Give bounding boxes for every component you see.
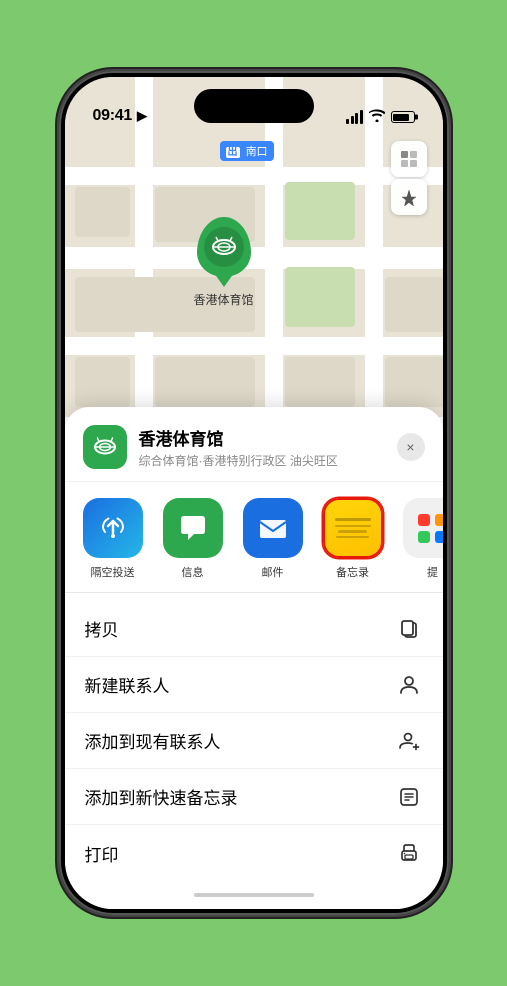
person-add-icon <box>395 671 423 699</box>
home-bar <box>194 893 314 897</box>
marker-label: 香港体育馆 <box>194 291 254 308</box>
bottom-sheet: 香港体育馆 综合体育馆·香港特别行政区 油尖旺区 × <box>65 407 443 909</box>
notes-label: 备忘录 <box>336 564 369 580</box>
marker-dot <box>221 273 227 279</box>
share-apps-row: 隔空投送 信息 <box>65 482 443 588</box>
messages-label: 信息 <box>182 564 204 580</box>
copy-icon <box>395 615 423 643</box>
location-venue-icon <box>83 425 127 469</box>
messages-icon <box>163 498 223 558</box>
status-icons <box>346 109 415 125</box>
divider <box>65 592 443 593</box>
share-app-more[interactable]: 提 <box>397 498 443 580</box>
battery-icon <box>391 111 415 123</box>
close-button[interactable]: × <box>397 433 425 461</box>
action-new-contact[interactable]: 新建联系人 <box>65 657 443 713</box>
share-app-messages[interactable]: 信息 <box>157 498 229 580</box>
location-subtitle: 综合体育馆·香港特别行政区 油尖旺区 <box>139 452 397 469</box>
phone-screen: 09:41 ▶ <box>65 77 443 909</box>
location-button[interactable] <box>391 179 427 215</box>
more-label: 提 <box>427 564 438 580</box>
dynamic-island <box>194 89 314 123</box>
mail-icon <box>243 498 303 558</box>
new-contact-label: 新建联系人 <box>85 672 170 697</box>
signal-bars <box>346 110 363 124</box>
wifi-icon <box>369 109 385 125</box>
map-controls <box>391 141 427 215</box>
add-notes-label: 添加到新快速备忘录 <box>85 784 238 809</box>
more-icon <box>403 498 443 558</box>
action-print[interactable]: 打印 <box>65 825 443 881</box>
phone-frame: 09:41 ▶ <box>59 71 449 915</box>
copy-label: 拷贝 <box>85 616 119 641</box>
action-copy[interactable]: 拷贝 <box>65 601 443 657</box>
share-app-mail[interactable]: 邮件 <box>237 498 309 580</box>
action-add-notes[interactable]: 添加到新快速备忘录 <box>65 769 443 825</box>
print-label: 打印 <box>85 841 119 866</box>
marker-pin <box>197 217 251 277</box>
location-name: 香港体育馆 <box>139 425 397 450</box>
share-app-airdrop[interactable]: 隔空投送 <box>77 498 149 580</box>
person-plus-icon <box>395 727 423 755</box>
notes-add-icon <box>395 783 423 811</box>
location-icon-status: ▶ <box>137 108 147 124</box>
marker-inner <box>204 227 244 267</box>
airdrop-icon <box>83 498 143 558</box>
map-label: 出 南口 <box>220 141 274 161</box>
map-type-button[interactable] <box>391 141 427 177</box>
add-existing-label: 添加到现有联系人 <box>85 728 221 753</box>
location-header: 香港体育馆 综合体育馆·香港特别行政区 油尖旺区 × <box>65 407 443 482</box>
notes-icon <box>323 498 383 558</box>
action-list: 拷贝 新建联系人 <box>65 601 443 881</box>
mail-label: 邮件 <box>262 564 284 580</box>
action-add-existing[interactable]: 添加到现有联系人 <box>65 713 443 769</box>
printer-icon <box>395 839 423 867</box>
status-time: 09:41 <box>93 107 132 125</box>
share-app-notes[interactable]: 备忘录 <box>317 498 389 580</box>
home-indicator <box>65 881 443 909</box>
location-info: 香港体育馆 综合体育馆·香港特别行政区 油尖旺区 <box>139 425 397 469</box>
airdrop-label: 隔空投送 <box>91 564 135 580</box>
stadium-marker[interactable]: 香港体育馆 <box>194 217 254 308</box>
